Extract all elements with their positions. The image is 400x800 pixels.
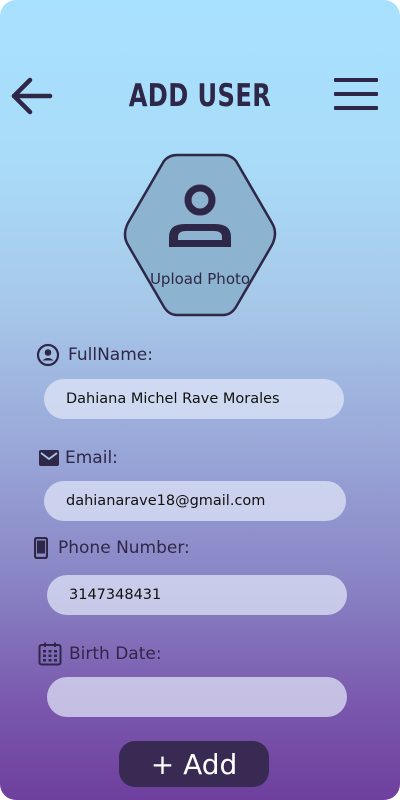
phone-label-row: Phone Number: [34,537,190,559]
fullname-label: FullName: [68,345,153,365]
upload-photo-button[interactable]: Upload Photo [119,152,281,318]
mail-icon [39,450,59,466]
upload-photo-label: Upload Photo [149,270,251,288]
phone-input[interactable] [47,575,347,615]
page-title: ADD USER [128,78,272,114]
phone-label: Phone Number: [58,538,190,558]
user-icon [169,184,231,247]
birthdate-input[interactable] [47,677,347,717]
email-input[interactable] [44,481,346,521]
birthdate-label: Birth Date: [69,644,162,664]
calendar-icon [38,642,62,666]
fullname-input[interactable] [44,379,344,419]
hamburger-menu-icon [334,78,378,110]
add-button[interactable]: + Add [119,741,269,787]
fullname-label-row: FullName: [36,343,153,367]
email-label-row: Email: [39,448,118,468]
menu-button[interactable] [332,76,380,112]
birthdate-label-row: Birth Date: [38,642,162,666]
add-user-screen: ADD USER Upload Photo FullName: Dahiana … [0,0,400,800]
phone-icon [34,537,48,559]
user-circle-icon [36,343,60,367]
email-label: Email: [65,448,118,468]
